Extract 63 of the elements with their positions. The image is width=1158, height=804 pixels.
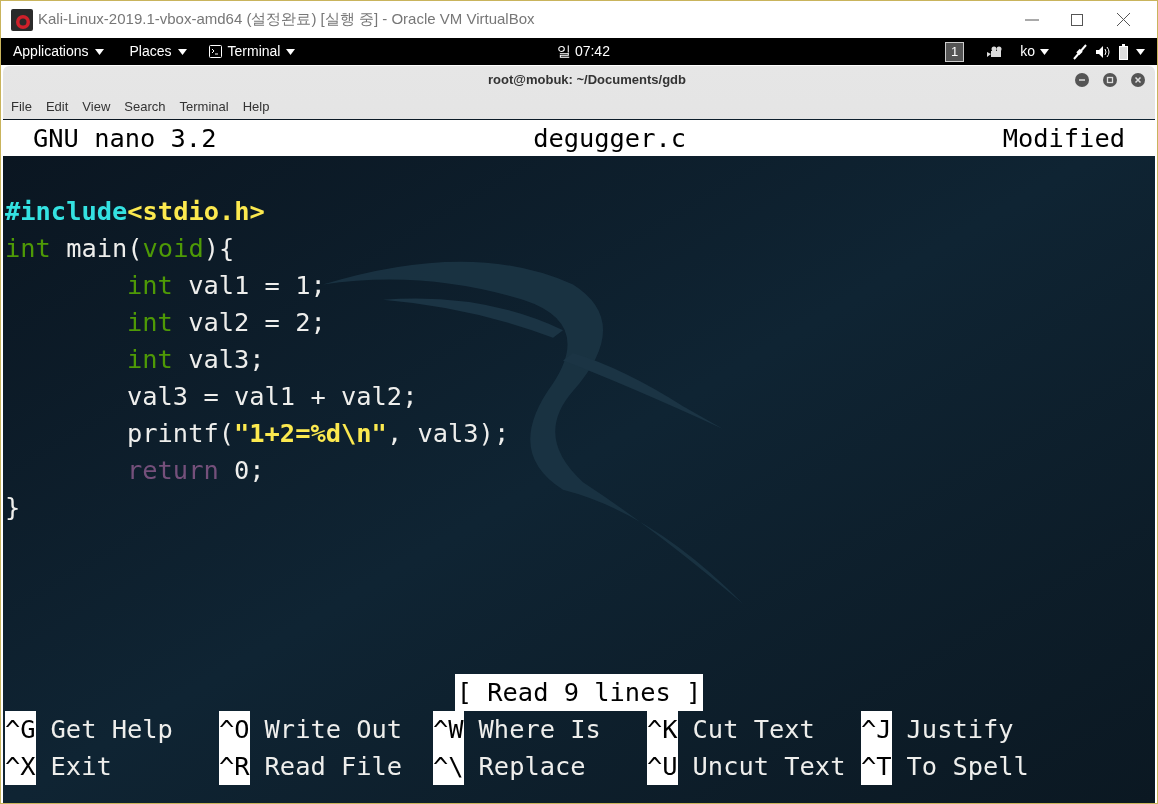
- panel-menu[interactable]: Places: [129, 41, 187, 62]
- code-line: int val3;: [126, 343, 266, 376]
- terminal-icon: [208, 45, 222, 58]
- shortcut-label: Justify: [906, 713, 1014, 746]
- caret-icon: [94, 48, 104, 55]
- shortcut-label: Exit: [50, 750, 112, 783]
- shortcut-label: Read File: [264, 750, 403, 783]
- nano-version: GNU nano 3.2: [33, 121, 217, 155]
- clock[interactable]: 일 07:42: [557, 41, 610, 62]
- menu-item[interactable]: Search: [124, 96, 166, 117]
- caret-icon: [1040, 48, 1049, 55]
- close-icon[interactable]: [1131, 73, 1145, 87]
- menu-item[interactable]: View: [82, 96, 111, 117]
- code-line: }: [4, 491, 22, 524]
- panel-menu[interactable]: Terminal: [208, 41, 296, 62]
- volume-icon[interactable]: [1095, 44, 1111, 59]
- shortcut-key: ^G: [5, 711, 36, 748]
- code-line: int val2 = 2;: [126, 306, 327, 339]
- menu-item[interactable]: Terminal: [179, 96, 229, 117]
- caret-icon: [177, 48, 187, 55]
- shortcut-label: Write Out: [264, 713, 403, 746]
- shortcut-label: Replace: [478, 750, 586, 783]
- shortcut-label: Uncut Text: [692, 750, 846, 783]
- shortcut-label: Cut Text: [692, 713, 815, 746]
- shortcut-key: ^R: [219, 748, 250, 785]
- code-line: return 0;: [126, 454, 266, 487]
- modified-status: Modified: [1002, 121, 1125, 155]
- shortcut-label: Where Is: [478, 713, 601, 746]
- maximize-icon[interactable]: [1071, 13, 1083, 26]
- code-line: int main(void){: [4, 232, 236, 265]
- workspace-indicator[interactable]: 1: [944, 41, 965, 62]
- code-line: int val1 = 1;: [126, 269, 327, 302]
- camera-icon[interactable]: [986, 45, 1003, 58]
- file-name: degugger.c: [533, 121, 686, 155]
- shortcut-key: ^W: [433, 711, 464, 748]
- menu-item[interactable]: Edit: [45, 96, 69, 117]
- status-message: [ Read 9 lines ]: [454, 674, 704, 711]
- shortcut-key: ^\: [433, 748, 464, 785]
- caret-icon: [1136, 48, 1145, 55]
- shortcut-key: ^T: [861, 748, 892, 785]
- code-line: val3 = val1 + val2;: [126, 380, 419, 413]
- language-menu[interactable]: ko: [1020, 41, 1049, 62]
- code-line: #include<stdio.h>: [4, 195, 266, 228]
- menu-item[interactable]: Help: [242, 96, 270, 117]
- shortcut-label: To Spell: [906, 750, 1029, 783]
- shortcut-key: ^K: [647, 711, 678, 748]
- panel-menu[interactable]: Applications: [13, 41, 104, 62]
- shortcut-label: Get Help: [50, 713, 173, 746]
- terminal-title: root@mobuk: ~/Documents/gdb: [487, 71, 687, 90]
- maximize-icon[interactable]: [1103, 73, 1117, 87]
- caret-icon: [286, 48, 296, 55]
- minimize-icon[interactable]: [1075, 73, 1089, 87]
- app-logo-icon: [11, 8, 33, 31]
- shortcut-key: ^X: [5, 748, 36, 785]
- shortcut-key: ^O: [219, 711, 250, 748]
- window-title: Kali-Linux-2019.1-vbox-amd64 (설정완료) [실행 중] - Oracle VM VirtualBox: [38, 9, 535, 30]
- battery-icon[interactable]: [1119, 43, 1128, 60]
- plug-icon[interactable]: [1073, 43, 1087, 60]
- shortcut-key: ^J: [861, 711, 892, 748]
- close-icon[interactable]: [1117, 13, 1130, 26]
- menu-item[interactable]: File: [11, 96, 32, 117]
- code-line: printf("1+2=%d\n", val3);: [126, 417, 511, 450]
- shortcut-key: ^U: [647, 748, 678, 785]
